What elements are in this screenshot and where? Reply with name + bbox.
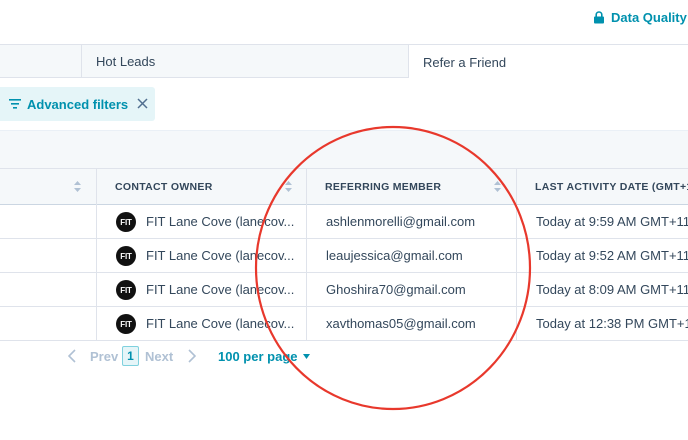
current-page-button[interactable]: 1	[122, 346, 139, 366]
column-header-contact-owner[interactable]: CONTACT OWNER	[115, 169, 213, 205]
owner-avatar: FIT	[116, 314, 136, 334]
per-page-dropdown[interactable]: 100 per page	[218, 349, 298, 364]
advanced-filters-label: Advanced filters	[27, 96, 129, 112]
tab-hot-leads-label: Hot Leads	[96, 53, 156, 69]
referring-member-cell[interactable]: Ghoshira70@gmail.com	[326, 273, 466, 306]
column-header-label: REFERRING MEMBER	[325, 181, 442, 193]
table-row[interactable]: FIT FIT Lane Cove (lanecov... ashlenmore…	[0, 205, 688, 239]
data-quality-label: Data Quality	[611, 10, 687, 25]
column-header-referring-member[interactable]: REFERRING MEMBER	[325, 169, 441, 205]
contact-owner-cell[interactable]: FIT Lane Cove (lanecov...	[146, 205, 296, 238]
sort-icon[interactable]	[494, 181, 501, 192]
referring-member-cell[interactable]: ashlenmorelli@gmail.com	[326, 205, 475, 238]
last-activity-cell: Today at 12:38 PM GMT+11	[536, 316, 688, 331]
chevron-left-icon[interactable]	[68, 349, 76, 363]
last-activity-cell: Today at 9:59 AM GMT+11	[536, 214, 688, 229]
last-activity-cell: Today at 9:52 AM GMT+11	[536, 248, 688, 263]
pagination: Prev 1 Next 100 per page	[0, 344, 688, 368]
referring-member-cell[interactable]: leaujessica@gmail.com	[326, 239, 463, 272]
advanced-filters-chip[interactable]: Advanced filters	[0, 87, 155, 121]
sort-icon[interactable]	[285, 181, 292, 192]
column-separator	[516, 169, 517, 205]
chevron-right-icon[interactable]	[188, 349, 196, 363]
close-icon[interactable]	[137, 98, 148, 109]
contact-owner-cell[interactable]: FIT Lane Cove (lanecov...	[146, 307, 296, 340]
tab-refer-a-friend-label: Refer a Friend	[423, 54, 507, 70]
column-separator	[96, 169, 97, 205]
data-quality-link[interactable]: Data Quality	[593, 10, 687, 25]
column-header-label: CONTACT OWNER	[115, 181, 213, 193]
prev-page-button[interactable]: Prev	[90, 349, 118, 364]
tab-hot-leads[interactable]: Hot Leads	[81, 44, 409, 78]
owner-avatar: FIT	[116, 246, 136, 266]
sort-icon[interactable]	[74, 181, 81, 192]
table-header: CONTACT OWNER REFERRING MEMBER LAST ACTI…	[0, 168, 688, 205]
view-tabs: Hot Leads Refer a Friend	[0, 44, 688, 79]
column-header-label: LAST ACTIVITY DATE (GMT+11	[535, 181, 688, 193]
owner-avatar: FIT	[116, 212, 136, 232]
table-row[interactable]: FIT FIT Lane Cove (lanecov... xavthomas0…	[0, 307, 688, 341]
next-page-button[interactable]: Next	[145, 349, 173, 364]
filter-icon	[9, 99, 21, 109]
table-toolbar-band	[0, 130, 688, 169]
table-row[interactable]: FIT FIT Lane Cove (lanecov... Ghoshira70…	[0, 273, 688, 307]
table-row[interactable]: FIT FIT Lane Cove (lanecov... leaujessic…	[0, 239, 688, 273]
tab-refer-a-friend[interactable]: Refer a Friend	[409, 44, 688, 79]
contact-owner-cell[interactable]: FIT Lane Cove (lanecov...	[146, 273, 296, 306]
owner-avatar: FIT	[116, 280, 136, 300]
contact-owner-cell[interactable]: FIT Lane Cove (lanecov...	[146, 239, 296, 272]
lock-icon	[594, 11, 604, 24]
caret-down-icon[interactable]	[303, 354, 310, 359]
column-header-last-activity-date[interactable]: LAST ACTIVITY DATE (GMT+11	[535, 169, 688, 205]
last-activity-cell: Today at 8:09 AM GMT+11	[536, 282, 688, 297]
referring-member-cell[interactable]: xavthomas05@gmail.com	[326, 307, 476, 340]
column-separator	[306, 169, 307, 205]
